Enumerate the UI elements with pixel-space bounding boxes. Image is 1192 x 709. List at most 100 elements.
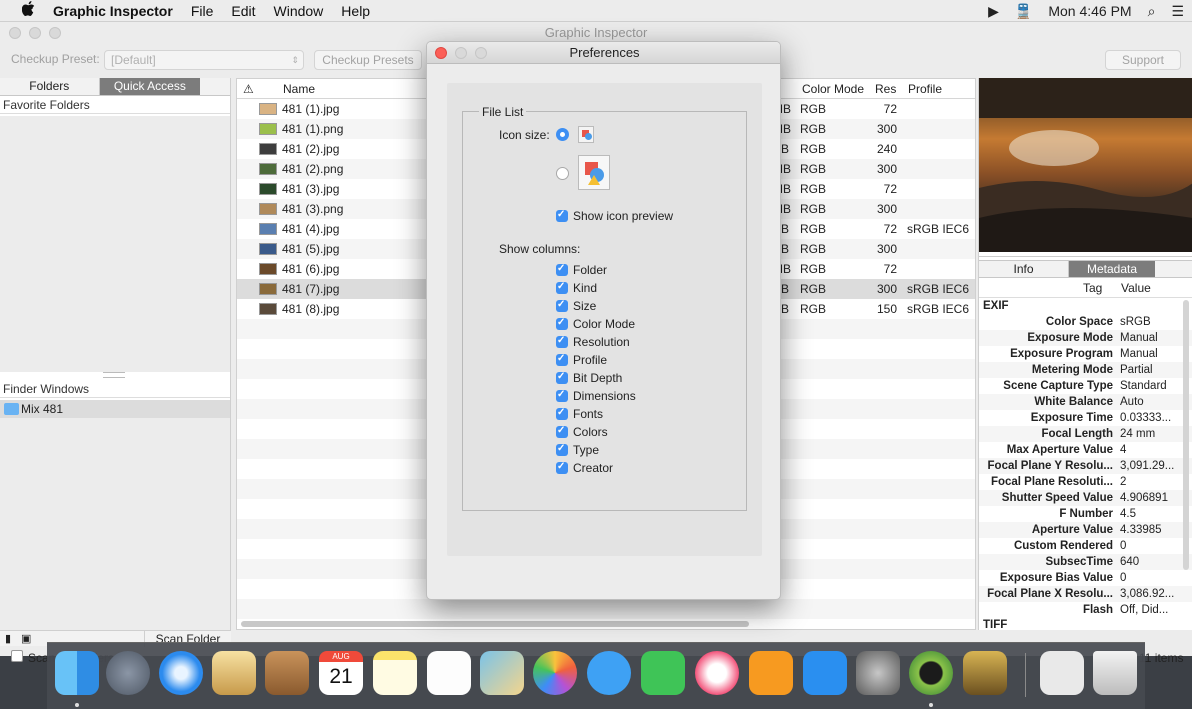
preferences-body: File List Icon size: Show icon preview S…	[447, 83, 762, 556]
finder-dock-icon[interactable]	[55, 651, 99, 695]
app-store-dock-icon[interactable]	[803, 651, 847, 695]
ibooks-dock-icon[interactable]	[749, 651, 793, 695]
file-menu[interactable]: File	[182, 3, 223, 19]
metadata-row[interactable]: Exposure Program Manual	[979, 346, 1192, 362]
metadata-row[interactable]: Exposure Time 0.03333...	[979, 410, 1192, 426]
scan-subfolders-checkbox[interactable]	[11, 650, 23, 662]
column-checkbox[interactable]	[556, 317, 568, 330]
photos-dock-icon[interactable]	[533, 651, 577, 695]
metadata-row[interactable]: White Balance Auto	[979, 394, 1192, 410]
metadata-row[interactable]: Flash Off, Did...	[979, 602, 1192, 618]
column-name[interactable]: Name	[283, 79, 315, 99]
reminders-dock-icon[interactable]	[427, 651, 471, 695]
column-checkbox[interactable]	[556, 299, 568, 312]
notes-dock-icon[interactable]	[373, 651, 417, 695]
column-value[interactable]: Value	[1121, 281, 1151, 295]
app-dock-icon[interactable]	[963, 651, 1007, 695]
column-checkbox[interactable]	[556, 353, 568, 366]
menubar-clock[interactable]: Mon 4:46 PM	[1040, 3, 1139, 19]
train-icon[interactable]: 🚆	[1007, 3, 1040, 20]
metadata-row[interactable]: Aperture Value 4.33985	[979, 522, 1192, 538]
close-window-button[interactable]	[9, 27, 21, 39]
metadata-row[interactable]: F Number 4.5	[979, 506, 1192, 522]
file-res: 72	[883, 262, 897, 276]
show-icon-preview-label: Show icon preview	[573, 209, 674, 223]
column-checkbox[interactable]	[556, 461, 568, 474]
metadata-row[interactable]: SubsecTime 640	[979, 554, 1192, 570]
zoom-window-button[interactable]	[49, 27, 61, 39]
metadata-row[interactable]: Exposure Mode Manual	[979, 330, 1192, 346]
checkup-presets-button[interactable]: Checkup Presets	[314, 50, 422, 70]
help-menu[interactable]: Help	[332, 3, 379, 19]
column-checkbox[interactable]	[556, 371, 568, 384]
metadata-row[interactable]: Exposure Bias Value 0	[979, 570, 1192, 586]
maps-dock-icon[interactable]	[480, 651, 524, 695]
tab-quick-access[interactable]: Quick Access	[99, 78, 201, 96]
facetime-dock-icon[interactable]	[641, 651, 685, 695]
icon-size-small-radio[interactable]	[556, 128, 569, 141]
edit-menu[interactable]: Edit	[222, 3, 264, 19]
metadata-row[interactable]: Scene Capture Type Standard	[979, 378, 1192, 394]
finder-icon[interactable]: ▣	[21, 632, 31, 645]
metadata-row[interactable]: Shutter Speed Value 4.906891	[979, 490, 1192, 506]
column-color-mode[interactable]: Color Mode	[802, 79, 864, 99]
file-thumbnail-icon	[259, 303, 277, 315]
trash-dock-icon[interactable]	[1093, 651, 1137, 695]
file-thumbnail-icon	[259, 143, 277, 155]
warning-column-icon[interactable]: ⚠	[243, 79, 254, 99]
column-profile[interactable]: Profile	[908, 79, 942, 99]
apple-menu-icon[interactable]	[0, 1, 44, 20]
spotlight-search-icon[interactable]: ⌕	[1140, 3, 1164, 20]
column-checkbox[interactable]	[556, 443, 568, 456]
metadata-value: 4.906891	[1120, 492, 1168, 504]
horizontal-scrollbar[interactable]	[241, 621, 749, 627]
metadata-row[interactable]: Color Space sRGB	[979, 314, 1192, 330]
column-res[interactable]: Res	[875, 79, 896, 99]
airplay-icon[interactable]: ▶︎	[980, 3, 1007, 20]
metadata-scrollbar[interactable]	[1183, 300, 1189, 570]
column-checkbox[interactable]	[556, 389, 568, 402]
metadata-row[interactable]: Max Aperture Value 4	[979, 442, 1192, 458]
launchpad-dock-icon[interactable]	[106, 651, 150, 695]
system-preferences-dock-icon[interactable]	[856, 651, 900, 695]
metadata-row[interactable]: Focal Plane Y Resolu... 3,091.29...	[979, 458, 1192, 474]
metadata-row[interactable]: Focal Plane Resoluti... 2	[979, 474, 1192, 490]
calendar-dock-icon[interactable]: AUG 21	[319, 651, 363, 695]
itunes-dock-icon[interactable]	[695, 651, 739, 695]
messages-dock-icon[interactable]	[587, 651, 631, 695]
mail-dock-icon[interactable]	[212, 651, 256, 695]
notification-center-icon[interactable]: ☰	[1163, 3, 1192, 20]
column-checkbox[interactable]	[556, 281, 568, 294]
metadata-row[interactable]: Focal Plane X Resolu... 3,086.92...	[979, 586, 1192, 602]
document-dock-icon[interactable]	[1040, 651, 1084, 695]
column-checkbox[interactable]	[556, 425, 568, 438]
tab-metadata[interactable]: Metadata	[1069, 260, 1155, 278]
favorite-folders-list[interactable]	[0, 116, 230, 372]
metadata-row[interactable]: Focal Length 24 mm	[979, 426, 1192, 442]
support-button[interactable]: Support	[1105, 50, 1181, 70]
contacts-dock-icon[interactable]	[265, 651, 309, 695]
split-handle-icon[interactable]	[103, 372, 125, 378]
column-checkbox[interactable]	[556, 407, 568, 420]
bookmark-icon[interactable]: ▮	[5, 632, 11, 645]
minimize-window-button[interactable]	[29, 27, 41, 39]
checkup-preset-select[interactable]: [Default] ⇕	[104, 50, 304, 70]
column-tag[interactable]: Tag	[1083, 281, 1102, 295]
close-preferences-button[interactable]	[435, 47, 447, 59]
safari-dock-icon[interactable]	[159, 651, 203, 695]
metadata-tag: Focal Length	[1041, 428, 1113, 440]
show-icon-preview-checkbox[interactable]	[556, 209, 568, 222]
minimize-preferences-button[interactable]	[455, 47, 467, 59]
column-checkbox[interactable]	[556, 335, 568, 348]
metadata-row[interactable]: Metering Mode Partial	[979, 362, 1192, 378]
icon-size-large-radio[interactable]	[556, 167, 569, 180]
tab-folders[interactable]: Folders	[0, 78, 100, 96]
tab-info[interactable]: Info	[979, 260, 1069, 278]
window-menu[interactable]: Window	[265, 3, 333, 19]
metadata-row[interactable]: Custom Rendered 0	[979, 538, 1192, 554]
app-menu[interactable]: Graphic Inspector	[44, 3, 182, 19]
zoom-preferences-button[interactable]	[475, 47, 487, 59]
column-checkbox[interactable]	[556, 263, 568, 276]
graphic-inspector-dock-icon[interactable]	[909, 651, 953, 695]
finder-item[interactable]: Mix 481	[0, 400, 230, 418]
